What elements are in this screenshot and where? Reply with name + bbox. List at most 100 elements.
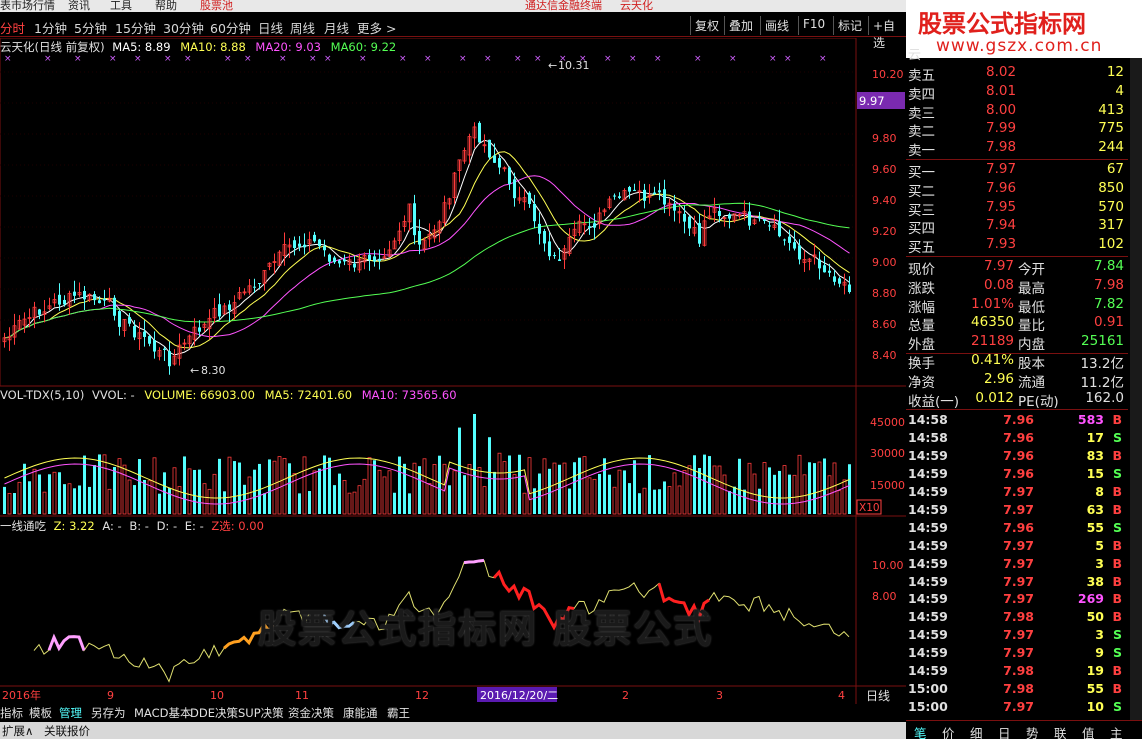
tab-more[interactable]: 更多 >: [357, 18, 396, 37]
high-annotation: 10.31: [558, 59, 590, 72]
volume-bar: [768, 467, 771, 514]
date-tick: 10: [210, 689, 224, 702]
tab-1min[interactable]: 1分钟: [34, 18, 67, 37]
tick-time: 14:59: [908, 537, 948, 553]
tab-manage[interactable]: 管理: [59, 705, 82, 721]
candle-body: [823, 265, 826, 273]
tab-bawang[interactable]: 霸王: [387, 705, 410, 721]
candle-body: [558, 259, 561, 261]
date-tick: 9: [107, 689, 114, 702]
volume-bar: [318, 468, 321, 514]
tab-day[interactable]: 日: [998, 723, 1011, 739]
tab-sup[interactable]: SUP决策: [238, 705, 284, 721]
tab-template[interactable]: 模板: [29, 705, 52, 721]
menu-help[interactable]: 帮助: [155, 0, 177, 12]
menu-stock-pool[interactable]: 股票池: [200, 0, 233, 12]
tick-row: 15:00 7.98 55 B: [906, 681, 1128, 699]
volume-bar: [93, 464, 96, 514]
tab-15min[interactable]: 15分钟: [115, 18, 156, 37]
tab-ticks[interactable]: 笔: [914, 723, 927, 739]
tab-fund[interactable]: 资金决策: [288, 705, 334, 721]
volume-bar: [663, 481, 666, 514]
volume-bar: [712, 465, 717, 515]
volume-bar: [612, 486, 617, 515]
tab-link[interactable]: 联: [1054, 723, 1067, 739]
tab-daily[interactable]: 日线: [258, 18, 283, 37]
candle-body: [73, 291, 76, 296]
mark-button[interactable]: 标记: [833, 16, 866, 35]
tab-monthly[interactable]: 月线: [324, 18, 349, 37]
volume-bar: [477, 467, 482, 515]
tick-divider: [906, 409, 1128, 411]
tick-volume: 10: [1086, 698, 1104, 714]
volume-bar: [52, 471, 57, 515]
tab-dde[interactable]: DDE决策: [190, 705, 238, 721]
tab-main[interactable]: 主: [1110, 723, 1123, 739]
bid-price: 7.95: [986, 198, 1017, 215]
volume-bar: [438, 455, 441, 514]
signal-mark: ×: [694, 54, 702, 64]
volume-bar: [522, 492, 527, 515]
candle-body: [588, 226, 591, 228]
candle-body: [38, 309, 41, 315]
stat-value: 2.96: [983, 370, 1014, 387]
tab-30min[interactable]: 30分钟: [163, 18, 204, 37]
signal-mark: ×: [279, 54, 287, 64]
signal-mark: ×: [784, 54, 792, 64]
volume-bar: [38, 474, 41, 514]
stat-row: 涨幅 1.01% 最低 7.82: [906, 296, 1128, 316]
date-tick: 12: [415, 689, 429, 702]
ind-b: B: -: [129, 519, 149, 533]
tick-side: B: [1112, 412, 1122, 428]
volume-bar: [527, 457, 532, 515]
tick-price: 7.98: [1003, 680, 1034, 696]
tab-trend[interactable]: 势: [1026, 723, 1039, 739]
volume-bar: [738, 458, 741, 514]
stat-value: 46350: [971, 314, 1014, 331]
volume-bar: [347, 492, 352, 515]
tab-value[interactable]: 值: [1082, 723, 1095, 739]
volume-bar: [408, 493, 411, 514]
tab-kangneng[interactable]: 康能通: [343, 705, 378, 721]
tab-macd[interactable]: MACD基本: [134, 705, 191, 721]
bid-label: 买三: [908, 202, 935, 219]
candle-body: [373, 256, 376, 262]
tab-save-as[interactable]: 另存为: [91, 705, 126, 721]
tab-intraday[interactable]: 分时: [0, 18, 25, 37]
volume-bar: [603, 458, 606, 514]
candle-body: [328, 254, 331, 262]
menu-news[interactable]: 资讯: [68, 0, 90, 12]
candle-body: [793, 242, 796, 249]
volume-bar: [168, 488, 171, 514]
tick-row: 14:59 7.97 5 B: [906, 538, 1128, 556]
volume-bar: [773, 474, 776, 514]
f10-button[interactable]: F10: [798, 16, 829, 35]
tick-price: 7.97: [1003, 627, 1034, 643]
date-tick: 3: [716, 689, 723, 702]
tab-60min[interactable]: 60分钟: [210, 18, 251, 37]
candle-body: [98, 300, 101, 304]
menu-tools[interactable]: 工具: [110, 0, 132, 12]
scrollbar[interactable]: [1130, 58, 1142, 720]
tick-side: B: [1112, 573, 1122, 589]
tab-weekly[interactable]: 周线: [290, 18, 315, 37]
bid-label: 买五: [908, 240, 935, 257]
tab-price[interactable]: 价: [942, 723, 955, 739]
tab-detail[interactable]: 细: [970, 723, 983, 739]
menu-market[interactable]: 表市场行情: [0, 0, 55, 12]
draw-button[interactable]: 画线: [760, 16, 793, 35]
volume-bar: [762, 462, 767, 515]
linked-quote-button[interactable]: 关联报价: [44, 723, 90, 739]
tick-row: 14:58 7.96 17 S: [906, 430, 1128, 448]
expand-button[interactable]: 扩展∧: [2, 723, 33, 739]
tab-indicator[interactable]: 指标: [0, 705, 23, 721]
tab-5min[interactable]: 5分钟: [74, 18, 107, 37]
ind-zx: Z选: 0.00: [211, 519, 264, 533]
overlay-button[interactable]: 叠加: [724, 16, 757, 35]
add-favorite-button[interactable]: +自选: [868, 16, 908, 50]
bid-row: 买五 7.93 102: [906, 236, 1128, 257]
tick-side: S: [1112, 519, 1122, 535]
adjust-button[interactable]: 复权: [690, 16, 723, 35]
volume-bar: [352, 491, 357, 515]
volume-bar: [183, 456, 186, 514]
